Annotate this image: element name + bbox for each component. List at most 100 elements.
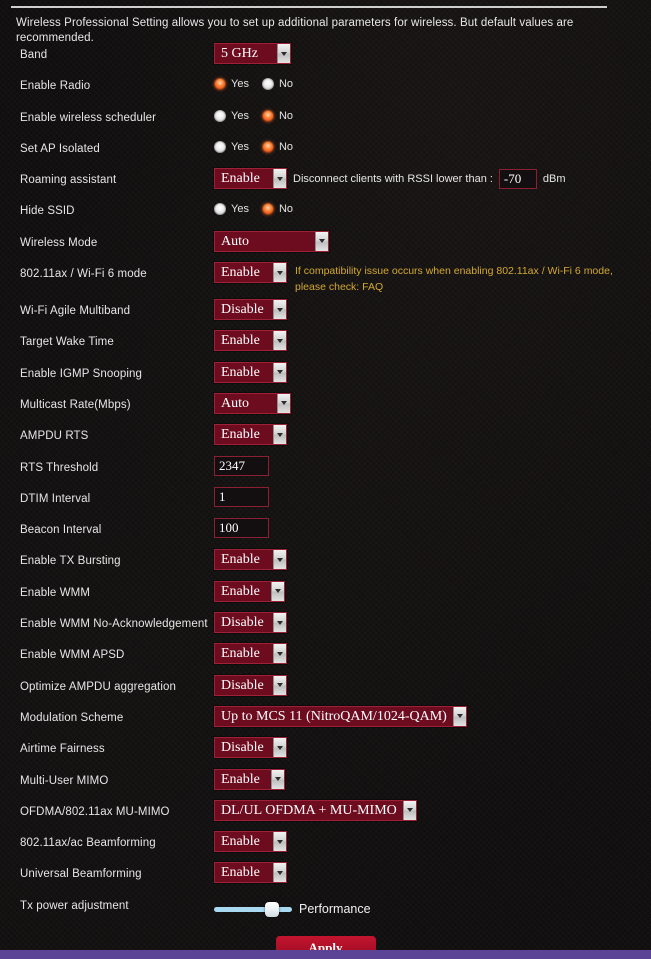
select-band[interactable]: 5 GHz bbox=[214, 43, 291, 64]
settings-row-optimize-ampdu-aggregation: Optimize AMPDU aggregation Disable bbox=[0, 674, 651, 705]
select-value: 5 GHz bbox=[221, 46, 258, 61]
select-ampdu-rts[interactable]: Enable bbox=[214, 424, 287, 446]
radio-group-set-ap-isolated: Yes No bbox=[214, 137, 306, 153]
radio-dot-icon[interactable] bbox=[261, 78, 274, 91]
radio-dot-icon[interactable] bbox=[214, 203, 226, 216]
input-dtim-interval[interactable] bbox=[214, 486, 269, 507]
settings-row-ampdu-rts: AMPDU RTS Enable bbox=[0, 423, 651, 454]
tx-power-value-label: Performance bbox=[299, 901, 371, 916]
chevron-down-icon[interactable] bbox=[273, 169, 286, 189]
tx-power-slider[interactable] bbox=[214, 900, 292, 918]
row-label-tx-power-adjustment: Tx power adjustment bbox=[20, 899, 129, 912]
radio-dot-icon[interactable] bbox=[214, 140, 226, 153]
chevron-down-icon[interactable] bbox=[273, 675, 286, 695]
radio-hide-ssid-no[interactable]: No bbox=[261, 203, 293, 216]
radio-hide-ssid-yes[interactable]: Yes bbox=[214, 203, 249, 216]
select-modulation-scheme[interactable]: Up to MCS 11 (NitroQAM/1024-QAM) bbox=[214, 705, 467, 727]
compatibility-hint-text: If compatibility issue occurs when enabl… bbox=[295, 265, 613, 294]
radio-enable-radio-yes[interactable]: Yes bbox=[214, 78, 249, 91]
select-enable-tx-bursting[interactable]: Enable bbox=[214, 549, 287, 571]
row-label-ofdma-802-11ax-mu-mimo: OFDMA/802.11ax MU-MIMO bbox=[20, 805, 170, 818]
select-value: Auto bbox=[221, 233, 249, 249]
radio-enable-radio-no[interactable]: No bbox=[261, 78, 293, 91]
input-rts-threshold[interactable] bbox=[214, 455, 269, 476]
faq-link[interactable]: FAQ bbox=[362, 281, 383, 293]
radio-set-ap-isolated-yes[interactable]: Yes bbox=[214, 140, 249, 153]
radio-enable-wireless-scheduler-no[interactable]: No bbox=[261, 109, 294, 122]
row-label-enable-wmm-apsd: Enable WMM APSD bbox=[20, 649, 125, 662]
chevron-down-icon[interactable] bbox=[271, 769, 284, 789]
select-target-wake-time[interactable]: Enable bbox=[214, 330, 287, 352]
select-optimize-ampdu-aggregation[interactable]: Disable bbox=[214, 674, 287, 696]
row-field-802-11ax-wi-fi-6-mode: Enable If compatibility issue occurs when… bbox=[214, 261, 651, 295]
settings-row-rts-threshold: RTS Threshold bbox=[0, 455, 651, 486]
row-field-modulation-scheme: Up to MCS 11 (NitroQAM/1024-QAM) bbox=[214, 705, 651, 727]
row-label-wireless-mode: Wireless Mode bbox=[20, 236, 98, 249]
select-roaming-assistant[interactable]: Enable bbox=[214, 168, 287, 190]
row-field-beacon-interval bbox=[214, 517, 651, 539]
select-enable-wmm-no-acknowledgement[interactable]: Disable bbox=[214, 612, 287, 634]
rssi-threshold-input[interactable] bbox=[498, 169, 537, 190]
slider-handle[interactable] bbox=[265, 901, 279, 917]
chevron-down-icon[interactable] bbox=[273, 832, 286, 852]
radio-set-ap-isolated-no[interactable]: No bbox=[261, 140, 293, 153]
row-label-airtime-fairness: Airtime Fairness bbox=[20, 743, 105, 756]
chevron-down-icon[interactable] bbox=[273, 263, 286, 283]
select-enable-wmm-apsd[interactable]: Enable bbox=[214, 643, 287, 665]
chevron-down-icon[interactable] bbox=[452, 706, 466, 726]
select-enable-wmm[interactable]: Enable bbox=[214, 580, 285, 602]
row-field-universal-beamforming: Enable bbox=[214, 861, 651, 884]
settings-row-wireless-mode: Wireless Mode Auto bbox=[0, 230, 651, 261]
radio-group-enable-wireless-scheduler: Yes No bbox=[214, 106, 306, 122]
chevron-down-icon[interactable] bbox=[277, 393, 290, 413]
select-value: Enable bbox=[221, 771, 260, 787]
row-field-ampdu-rts: Enable bbox=[214, 423, 651, 446]
chevron-down-icon[interactable] bbox=[273, 738, 286, 758]
select-802-11ax-wi-fi-6-mode[interactable]: Enable bbox=[214, 262, 287, 284]
radio-dot-icon[interactable] bbox=[214, 109, 226, 122]
select-ofdma-802-11ax-mu-mimo[interactable]: DL/UL OFDMA + MU-MIMO bbox=[214, 799, 417, 821]
input-beacon-interval[interactable] bbox=[214, 518, 269, 539]
row-field-enable-wmm-no-acknowledgement: Disable bbox=[214, 611, 651, 634]
chevron-down-icon[interactable] bbox=[273, 300, 286, 320]
chevron-down-icon[interactable] bbox=[273, 613, 286, 633]
row-field-enable-radio: Yes No bbox=[214, 73, 651, 91]
select-enable-igmp-snooping[interactable]: Enable bbox=[214, 361, 287, 383]
settings-row-enable-tx-bursting: Enable TX Bursting Enable bbox=[0, 548, 651, 579]
row-field-enable-wireless-scheduler: Yes No bbox=[214, 105, 651, 122]
radio-group-enable-radio: Yes No bbox=[214, 74, 306, 91]
radio-dot-icon[interactable] bbox=[261, 140, 274, 153]
radio-dot-icon[interactable] bbox=[261, 109, 274, 122]
row-label-enable-radio: Enable Radio bbox=[20, 80, 91, 93]
select-universal-beamforming[interactable]: Enable bbox=[214, 862, 287, 884]
chevron-down-icon[interactable] bbox=[271, 581, 284, 601]
row-field-ofdma-802-11ax-mu-mimo: DL/UL OFDMA + MU-MIMO bbox=[214, 799, 651, 821]
row-label-band: Band bbox=[20, 49, 48, 61]
select-wi-fi-agile-multiband[interactable]: Disable bbox=[214, 299, 287, 321]
select-wireless-mode[interactable]: Auto bbox=[214, 230, 329, 252]
select-multi-user-mimo[interactable]: Enable bbox=[214, 768, 285, 790]
row-label-enable-tx-bursting: Enable TX Bursting bbox=[20, 555, 121, 568]
chevron-down-icon[interactable] bbox=[277, 44, 290, 63]
chevron-down-icon[interactable] bbox=[273, 425, 286, 445]
settings-row-enable-wmm-apsd: Enable WMM APSD Enable bbox=[0, 642, 651, 673]
select-multicast-rate-mbps[interactable]: Auto bbox=[214, 392, 291, 414]
row-field-tx-power-adjustment: Performance bbox=[214, 893, 651, 918]
select-802-11ax-ac-beamforming[interactable]: Enable bbox=[214, 831, 287, 853]
chevron-down-icon[interactable] bbox=[273, 644, 286, 664]
row-field-hide-ssid: Yes No bbox=[214, 198, 651, 216]
chevron-down-icon[interactable] bbox=[273, 863, 286, 883]
radio-dot-icon[interactable] bbox=[214, 78, 226, 91]
chevron-down-icon[interactable] bbox=[402, 800, 416, 820]
slider-track[interactable] bbox=[214, 906, 292, 912]
radio-enable-wireless-scheduler-yes[interactable]: Yes bbox=[214, 109, 249, 122]
radio-dot-icon[interactable] bbox=[261, 203, 274, 216]
chevron-down-icon[interactable] bbox=[273, 550, 286, 570]
chevron-down-icon[interactable] bbox=[315, 231, 328, 251]
radio-label: No bbox=[278, 109, 294, 122]
row-field-optimize-ampdu-aggregation: Disable bbox=[214, 674, 651, 696]
chevron-down-icon[interactable] bbox=[273, 362, 286, 382]
select-value: Disable bbox=[221, 677, 264, 693]
select-airtime-fairness[interactable]: Disable bbox=[214, 737, 287, 759]
chevron-down-icon[interactable] bbox=[273, 331, 286, 351]
